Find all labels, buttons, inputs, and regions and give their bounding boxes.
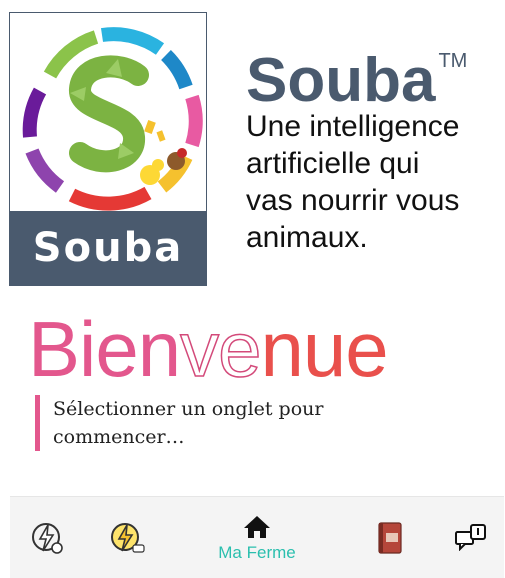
- book-icon: [378, 522, 402, 554]
- welcome-part-3: nue: [260, 305, 389, 393]
- bottom-tab-bar: Ma Ferme: [10, 496, 504, 578]
- tagline-line: vas nourrir vous: [246, 184, 460, 217]
- brand-title: Souba TM: [246, 26, 467, 116]
- tagline-line: artificielle qui: [246, 147, 420, 180]
- tab-chat[interactable]: [440, 497, 504, 578]
- tagline-line: animaux.: [246, 221, 368, 254]
- tab-dictionary[interactable]: [360, 497, 420, 578]
- bolt-gear-icon: [32, 523, 63, 554]
- brand-tagline: Une intelligence artificielle qui vas no…: [246, 108, 496, 256]
- app-logo: Souba: [9, 12, 207, 286]
- bolt-pro-icon: [111, 523, 145, 553]
- tagline-line: Une intelligence: [246, 110, 460, 143]
- welcome-part-1: Bien: [28, 305, 181, 393]
- trademark-symbol: TM: [438, 50, 468, 72]
- tab-label-ma-ferme: Ma Ferme: [218, 543, 296, 562]
- tab-energy[interactable]: [10, 497, 82, 578]
- souba-logo-icon: [22, 27, 203, 211]
- instruction-line: Sélectionner un onglet pour: [53, 398, 324, 420]
- chat-devices-icon: [455, 524, 486, 551]
- brand-name: Souba: [246, 46, 436, 115]
- home-icon: [244, 516, 270, 538]
- instruction-line: commencer…: [53, 426, 185, 448]
- instruction-text: Sélectionner un onglet pour commencer…: [35, 395, 383, 451]
- welcome-part-2: ve: [179, 304, 262, 394]
- tab-ma-ferme[interactable]: Ma Ferme: [194, 497, 320, 578]
- logo-wordmark: Souba: [10, 211, 206, 285]
- tab-energy-pro[interactable]: [92, 497, 164, 578]
- welcome-heading: Bienvenue: [28, 304, 389, 394]
